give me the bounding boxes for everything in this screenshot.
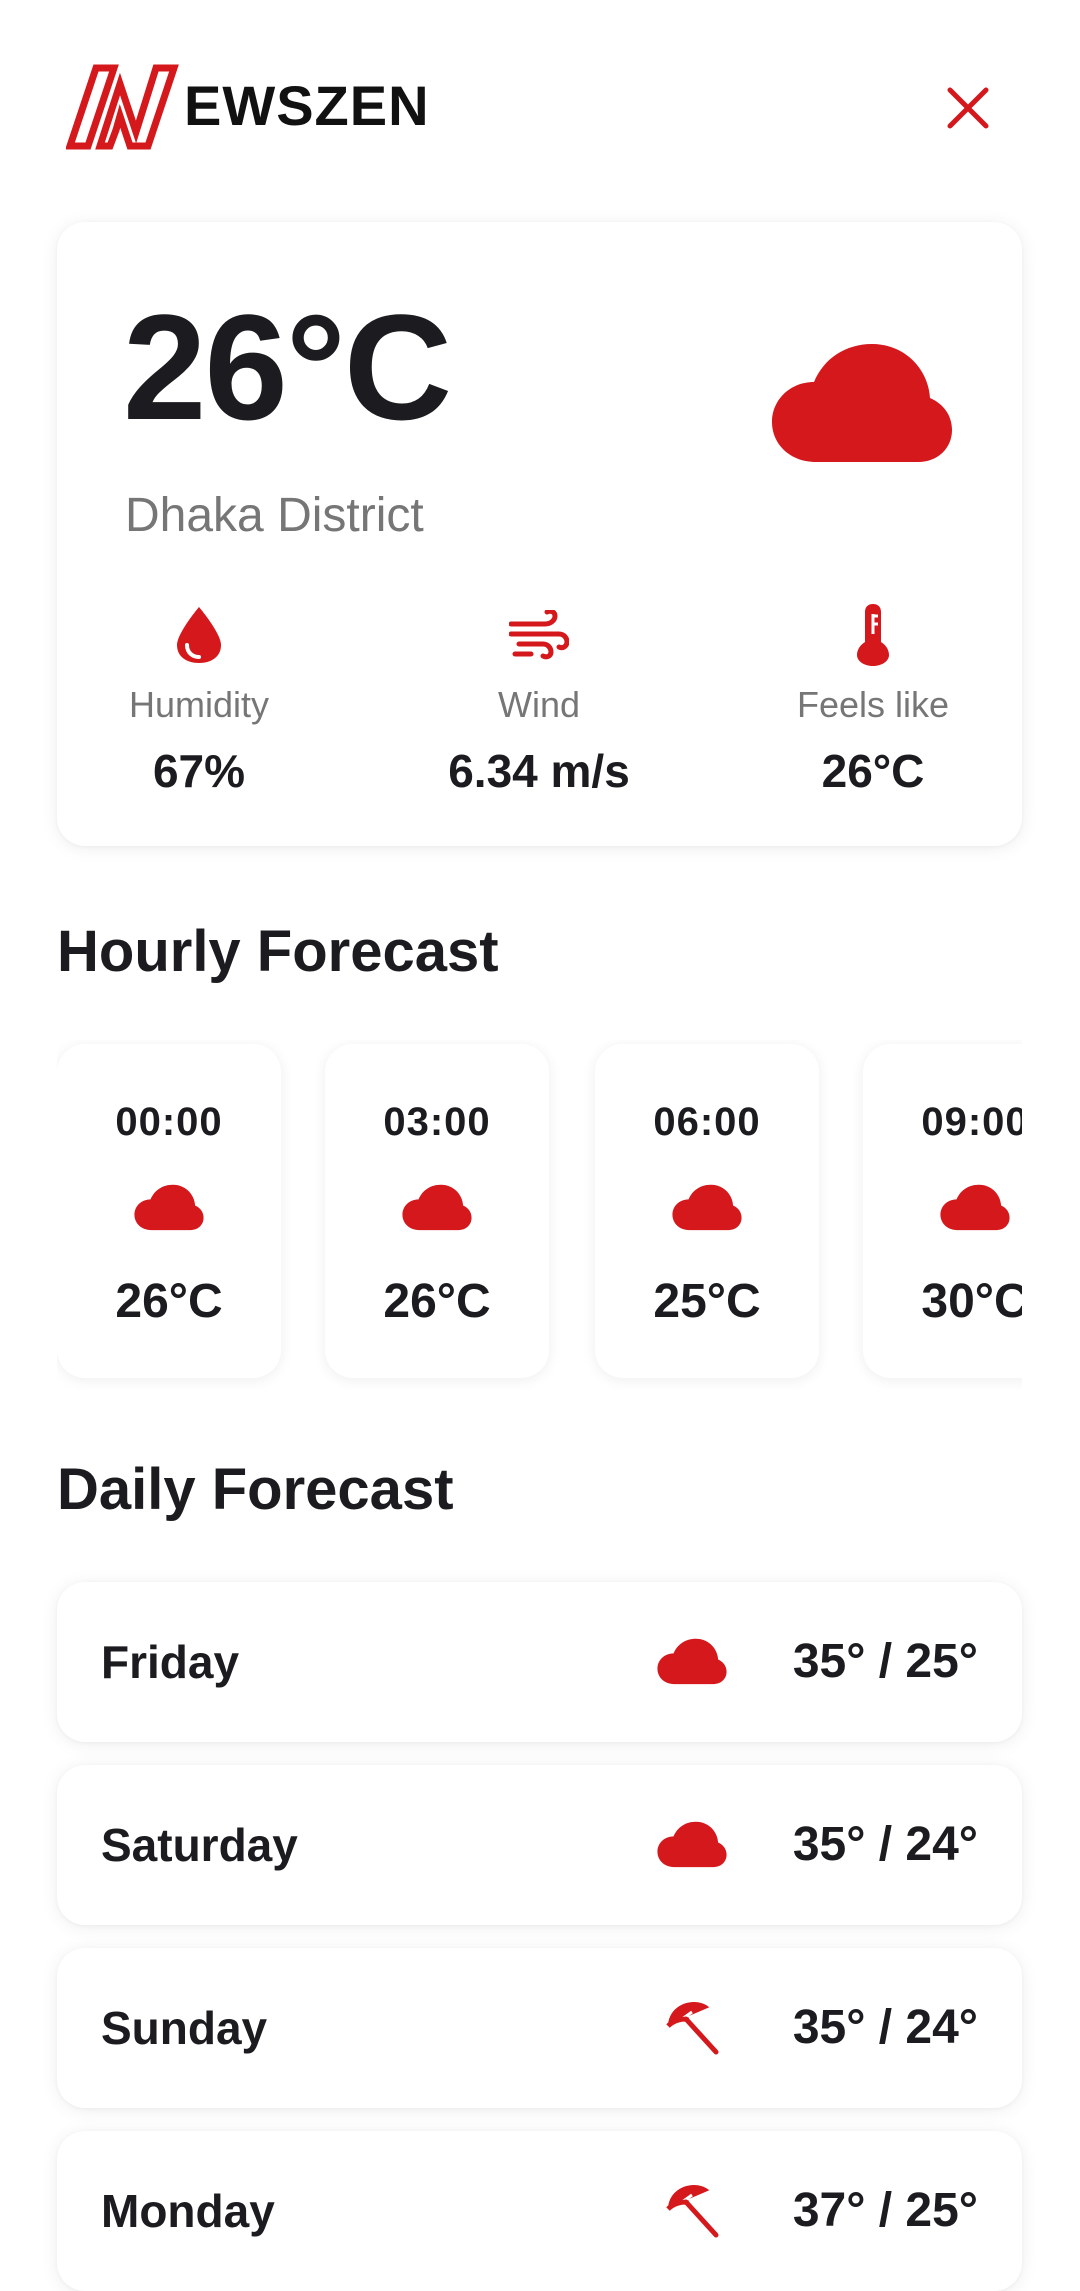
hourly-item[interactable]: 03:00 26°C [325, 1044, 549, 1378]
daily-day-name: Monday [101, 2185, 275, 2237]
daily-row-saturday[interactable]: Saturday 35° / 24° [57, 1765, 1022, 1925]
wind-icon [509, 610, 569, 660]
hourly-time: 00:00 [115, 1100, 223, 1144]
umbrella-icon [666, 2002, 719, 2055]
daily-temp-range: 35° / 24° [792, 2001, 978, 2054]
wind-metric: Wind 6.34 m/s [399, 600, 679, 798]
close-button[interactable] [930, 70, 1006, 146]
hourly-time: 09:00 [921, 1100, 1022, 1144]
current-weather-card: 26°C Dhaka District Humidity 67% Wind 6.… [57, 222, 1022, 846]
newszen-logo[interactable]: EWSZEN [66, 62, 430, 150]
location-name: Dhaka District [125, 489, 424, 542]
cloud-icon [772, 342, 952, 472]
logo-text: EWSZEN [184, 74, 430, 137]
cloud-icon [940, 1184, 1010, 1231]
cloud-icon [134, 1184, 204, 1231]
humidity-metric: Humidity 67% [59, 600, 339, 798]
hourly-item[interactable]: 09:00 30°C [863, 1044, 1022, 1378]
daily-temp-range: 35° / 24° [792, 1818, 978, 1871]
hourly-forecast-list[interactable]: 00:00 26°C 03:00 26°C 06:00 25°C 09:00 3… [57, 1040, 1022, 1390]
humidity-value: 67% [152, 745, 246, 797]
feels-like-value: 26°C [821, 745, 925, 797]
feels-like-metric: Feels like 26°C [733, 600, 1013, 798]
cloud-icon [657, 1821, 727, 1868]
cloud-icon [672, 1184, 742, 1231]
daily-forecast-title: Daily Forecast [57, 1457, 454, 1522]
daily-row-sunday[interactable]: Sunday 35° / 24° [57, 1948, 1022, 2108]
daily-day-name: Friday [101, 1636, 240, 1688]
hourly-forecast-title: Hourly Forecast [57, 919, 499, 984]
current-temperature: 26°C [123, 283, 452, 451]
daily-day-name: Saturday [101, 1819, 298, 1871]
cloud-icon [657, 1638, 727, 1685]
hourly-temp: 26°C [383, 1275, 491, 1328]
daily-row-friday[interactable]: Friday 35° / 25° [57, 1582, 1022, 1742]
newszen-n-logo-icon [66, 64, 179, 150]
daily-row-monday[interactable]: Monday 37° / 25° [57, 2131, 1022, 2291]
wind-label: Wind [497, 684, 581, 725]
daily-temp-range: 37° / 25° [792, 2184, 978, 2237]
feels-like-label: Feels like [796, 684, 950, 725]
hourly-temp: 30°C [921, 1275, 1022, 1328]
hourly-time: 06:00 [653, 1100, 761, 1144]
hourly-item[interactable]: 00:00 26°C [57, 1044, 281, 1378]
humidity-drop-icon [177, 607, 221, 663]
close-icon [947, 87, 989, 129]
umbrella-icon [666, 2185, 719, 2238]
hourly-item[interactable]: 06:00 25°C [595, 1044, 819, 1378]
app-header: EWSZEN [0, 0, 1080, 210]
hourly-time: 03:00 [383, 1100, 491, 1144]
daily-temp-range: 35° / 25° [792, 1635, 978, 1688]
hourly-temp: 25°C [653, 1275, 761, 1328]
humidity-label: Humidity [128, 684, 270, 725]
daily-day-name: Sunday [101, 2002, 268, 2054]
thermometer-icon [857, 604, 889, 666]
cloud-icon [402, 1184, 472, 1231]
hourly-temp: 26°C [115, 1275, 223, 1328]
wind-value: 6.34 m/s [448, 745, 630, 797]
